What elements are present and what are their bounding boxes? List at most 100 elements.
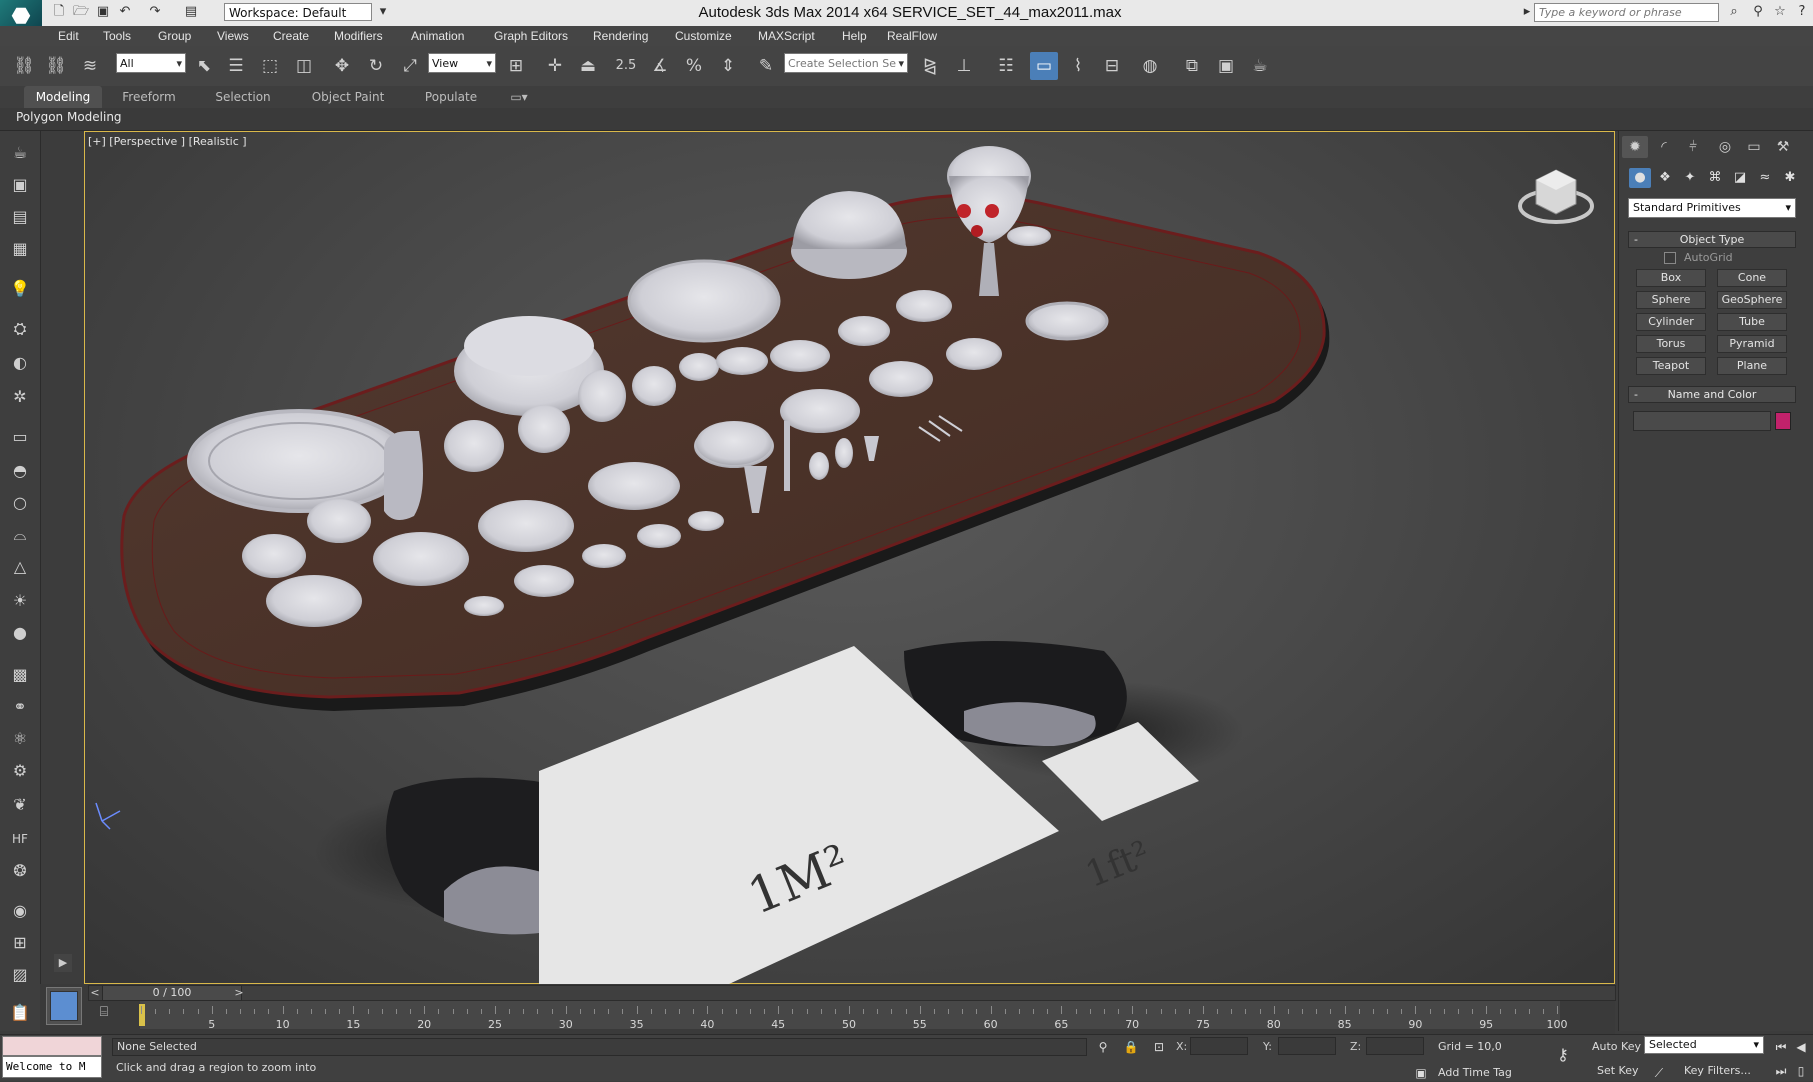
network-icon[interactable]: ⚛: [6, 726, 34, 752]
grid-icon[interactable]: ▩: [6, 662, 34, 688]
utilities-tab-icon[interactable]: ⚒: [1770, 136, 1796, 158]
schematic-view-icon[interactable]: ⊟: [1098, 52, 1126, 80]
menu-maxscript[interactable]: MAXScript: [758, 26, 815, 46]
render-icon[interactable]: ▣: [6, 172, 34, 198]
torus-button[interactable]: Torus: [1636, 335, 1706, 353]
space-warps-icon[interactable]: ≈: [1754, 168, 1776, 188]
workspace-dropdown[interactable]: Workspace: Default: [224, 3, 372, 21]
go-to-end-icon[interactable]: ⏭: [1772, 1062, 1790, 1080]
percent-snap-icon[interactable]: %: [680, 52, 708, 80]
undo-icon[interactable]: ↶: [116, 4, 134, 20]
time-slider[interactable]: 0 / 100: [102, 985, 242, 1001]
object-color-swatch[interactable]: [1775, 412, 1791, 430]
named-selection-sets-dropdown[interactable]: Create Selection Se: [784, 53, 908, 74]
plane-icon[interactable]: ▭: [6, 424, 34, 450]
modify-tab-icon[interactable]: ◜: [1651, 136, 1677, 158]
helpers-icon[interactable]: ◪: [1729, 168, 1751, 188]
systems-icon[interactable]: ✱: [1779, 168, 1801, 188]
time-prev-icon[interactable]: <: [88, 985, 102, 1001]
window-crossing-icon[interactable]: ◫: [290, 52, 318, 80]
time-next-icon[interactable]: >: [232, 985, 246, 1001]
time-marker[interactable]: [139, 1004, 145, 1026]
globe-icon[interactable]: ◉: [6, 898, 34, 924]
toggle-ribbon-icon[interactable]: ▭: [1030, 52, 1058, 80]
object-type-rollout[interactable]: - Object Type: [1628, 231, 1796, 248]
open-file-icon[interactable]: 🗁: [72, 4, 90, 20]
snaps-toggle-icon[interactable]: 2.5: [612, 52, 640, 80]
scale-icon[interactable]: ⤢: [396, 52, 424, 80]
save-file-icon[interactable]: ▣: [94, 4, 112, 20]
maxscript-mini-listener[interactable]: [2, 1036, 102, 1056]
keyboard-shortcut-override-icon[interactable]: ⏏: [574, 52, 602, 80]
previous-frame-icon[interactable]: ◀: [1792, 1038, 1810, 1056]
gear-icon[interactable]: ⚙: [6, 758, 34, 784]
selection-filter-dropdown[interactable]: All: [116, 53, 186, 74]
viewcube[interactable]: [1516, 160, 1596, 232]
hemisphere-icon[interactable]: ◓: [6, 458, 34, 484]
object-name-input[interactable]: [1633, 411, 1771, 431]
render-production-icon[interactable]: ☕: [1246, 52, 1274, 80]
menu-help[interactable]: Help: [842, 26, 867, 46]
ribbon-options-icon[interactable]: ▭▾: [506, 86, 532, 108]
lights-icon[interactable]: ✦: [1679, 168, 1701, 188]
layer-manager-icon[interactable]: ☷: [992, 52, 1020, 80]
reference-coordinate-dropdown[interactable]: View: [428, 53, 496, 74]
scene-explorer-icon[interactable]: ⊞: [6, 930, 34, 956]
key-filters-button[interactable]: Key Filters...: [1684, 1064, 1751, 1077]
search-input[interactable]: Type a keyword or phrase: [1534, 3, 1719, 22]
dome-icon[interactable]: ⌓: [6, 522, 34, 548]
cylinder-button[interactable]: Cylinder: [1636, 313, 1706, 331]
name-and-color-rollout[interactable]: - Name and Color: [1628, 386, 1796, 403]
menu-graph-editors[interactable]: Graph Editors: [494, 26, 568, 46]
disc-icon[interactable]: ●: [6, 620, 34, 646]
teapot-icon[interactable]: ☕: [6, 140, 34, 166]
document-icon[interactable]: ▤: [6, 204, 34, 230]
primitive-category-dropdown[interactable]: Standard Primitives: [1628, 198, 1796, 218]
create-tab-icon[interactable]: ✹: [1622, 136, 1648, 158]
y-coordinate-field[interactable]: [1278, 1037, 1336, 1055]
key-icon[interactable]: ⚷: [1554, 1046, 1572, 1064]
table-icon[interactable]: ▦: [6, 236, 34, 262]
expand-left-toolbar-icon[interactable]: ▶: [54, 954, 72, 972]
bind-space-warp-icon[interactable]: ≋: [76, 52, 104, 80]
sphere-icon[interactable]: ○: [6, 490, 34, 516]
geometry-icon[interactable]: ●: [1629, 168, 1651, 188]
select-manipulate-icon[interactable]: ✛: [541, 52, 569, 80]
cone-icon[interactable]: △: [6, 554, 34, 580]
menu-create[interactable]: Create: [273, 26, 309, 46]
shapes-icon[interactable]: ❖: [1654, 168, 1676, 188]
fx-icon[interactable]: ❂: [6, 858, 34, 884]
cameras-icon[interactable]: ⌘: [1704, 168, 1726, 188]
select-by-name-icon[interactable]: ☰: [222, 52, 250, 80]
render-setup-icon[interactable]: ⧉: [1178, 52, 1206, 80]
menu-customize[interactable]: Customize: [675, 26, 732, 46]
menu-group[interactable]: Group: [158, 26, 191, 46]
add-time-tag[interactable]: Add Time Tag: [1438, 1066, 1512, 1079]
tube-button[interactable]: Tube: [1717, 313, 1787, 331]
polygon-modeling-panel-label[interactable]: Polygon Modeling: [16, 110, 122, 124]
plant-icon[interactable]: ❦: [6, 792, 34, 818]
curve-editor-icon[interactable]: ⌇: [1064, 52, 1092, 80]
auto-key-button[interactable]: Auto Key: [1592, 1040, 1641, 1053]
hierarchy-tab-icon[interactable]: ⫩: [1680, 136, 1706, 158]
isolate-icon[interactable]: ⚲: [1094, 1038, 1112, 1056]
menu-views[interactable]: Views: [217, 26, 249, 46]
add-time-tag-icon[interactable]: ▣: [1412, 1064, 1430, 1082]
go-to-start-icon[interactable]: ⏮: [1772, 1038, 1790, 1056]
tab-object-paint[interactable]: Object Paint: [302, 86, 394, 108]
move-icon[interactable]: ✥: [328, 52, 356, 80]
mirror-icon[interactable]: ⧎: [916, 52, 944, 80]
menu-tools[interactable]: Tools: [103, 26, 131, 46]
menu-animation[interactable]: Animation: [411, 26, 464, 46]
set-key-button[interactable]: Set Key: [1597, 1064, 1639, 1077]
clipboard-icon[interactable]: 📋: [6, 1000, 34, 1026]
light-bulb-icon[interactable]: 💡: [6, 276, 34, 302]
maxscript-listener-output[interactable]: Welcome to M: [2, 1056, 102, 1078]
tab-selection[interactable]: Selection: [204, 86, 282, 108]
material-editor-icon[interactable]: ◍: [1136, 52, 1164, 80]
subscription-icon[interactable]: ⚲: [1748, 4, 1768, 22]
pyramid-button[interactable]: Pyramid: [1717, 335, 1787, 353]
angle-snap-icon[interactable]: ∡: [646, 52, 674, 80]
viewport-label-menu[interactable]: [+] [Perspective ] [Realistic ]: [88, 135, 247, 148]
camera-icon[interactable]: ⛭: [6, 316, 34, 342]
